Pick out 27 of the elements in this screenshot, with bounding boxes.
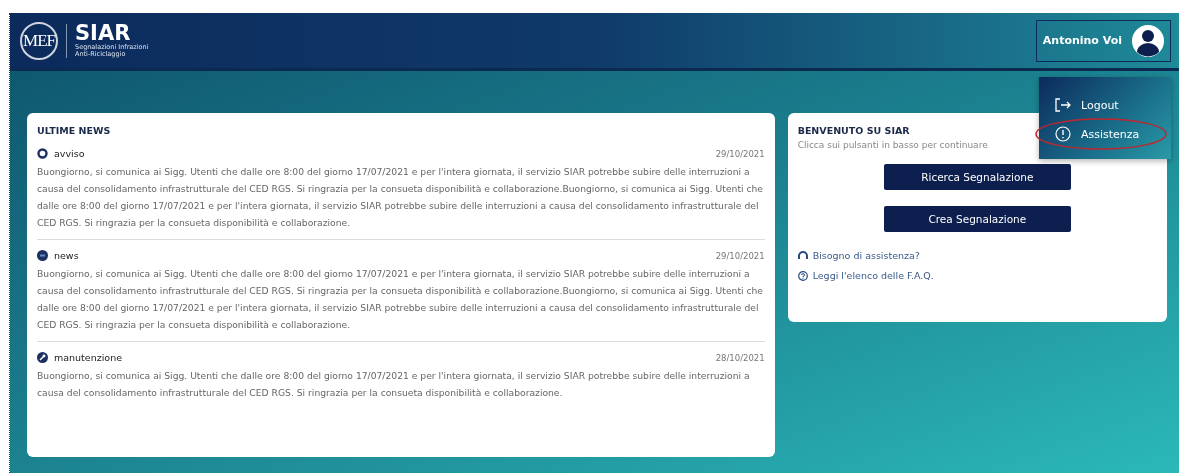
- news-text: Buongiorno, si comunica ai Sigg. Utenti che dalle ore 8:00 del giorno 17/07/2021 e per l'intera giornata, il servizio SIAR potrebbe subire delle interruzioni a causa del consolidamento infrastrutturale del CED RGS. Si ringrazia per la consueta disponibilità e collaborazione.: [37, 369, 751, 400]
- help-link[interactable]: Bisogno di assistenza?: [812, 250, 920, 261]
- ring-icon: [37, 148, 48, 159]
- app-name: SIAR: [75, 23, 131, 44]
- user-menu-button[interactable]: Antonino Voi: [1035, 19, 1171, 62]
- menu-item[interactable]: Assistenza: [1039, 119, 1171, 149]
- news-date: 29/10/2021: [715, 250, 765, 261]
- news-category: avviso: [54, 148, 86, 159]
- card-subtitle: Clicca sui pulsanti in basso per continuare: [797, 140, 989, 150]
- menu-item[interactable]: Logout: [1039, 91, 1171, 119]
- headset-icon: [797, 250, 808, 261]
- card-title: BENVENUTO SU SIAR: [797, 125, 910, 136]
- card-title: ULTIME NEWS: [37, 125, 111, 136]
- news-date: 28/10/2021: [715, 352, 765, 363]
- logo: MEF: [20, 21, 58, 60]
- news-text: Buongiorno, si comunica ai Sigg. Utenti che dalle ore 8:00 del giorno 17/07/2021 e per l'intera giornata, il servizio SIAR potrebbe subire delle interruzioni a causa del consolidamento infrastrutturale del CED RGS. Si ringrazia per la consueta disponibilità e collaborazione.Buongiorno, si comunica ai Sigg. Utenti che dalle ore 8:00 del giorno 17/07/2021 e per l'intera giornata, il servizio SIAR potrebbe subire delle interruzioni a causa del consolidamento infrastrutturale del CED RGS. Si ringrazia per la consueta disponibilità e collaborazione.: [37, 267, 764, 332]
- news-category: manutenzione: [54, 352, 123, 363]
- avatar-icon: [1132, 24, 1164, 57]
- news-text: Buongiorno, si comunica ai Sigg. Utenti che dalle ore 8:00 del giorno 17/07/2021 e per l'intera giornata, il servizio SIAR potrebbe subire delle interruzioni a causa del consolidamento infrastrutturale del CED RGS. Si ringrazia per la consueta disponibilità e collaborazione.Buongiorno, si comunica ai Sigg. Utenti che dalle ore 8:00 del giorno 17/07/2021 e per l'intera giornata, il servizio SIAR potrebbe subire delle interruzioni a causa del consolidamento infrastrutturale del CED RGS. Si ringrazia per la consueta disponibilità e collaborazione.: [37, 165, 764, 230]
- action-button[interactable]: Ricerca Segnalazione: [883, 164, 1071, 190]
- news-category: news: [54, 250, 80, 261]
- news-date: 29/10/2021: [715, 148, 765, 159]
- help-icon: [797, 270, 808, 281]
- help-link[interactable]: Leggi l'elenco delle F.A.Q.: [812, 270, 934, 281]
- action-button[interactable]: Crea Segnalazione: [883, 206, 1071, 232]
- logout-icon: [1055, 98, 1071, 112]
- alert-icon: [1055, 126, 1071, 142]
